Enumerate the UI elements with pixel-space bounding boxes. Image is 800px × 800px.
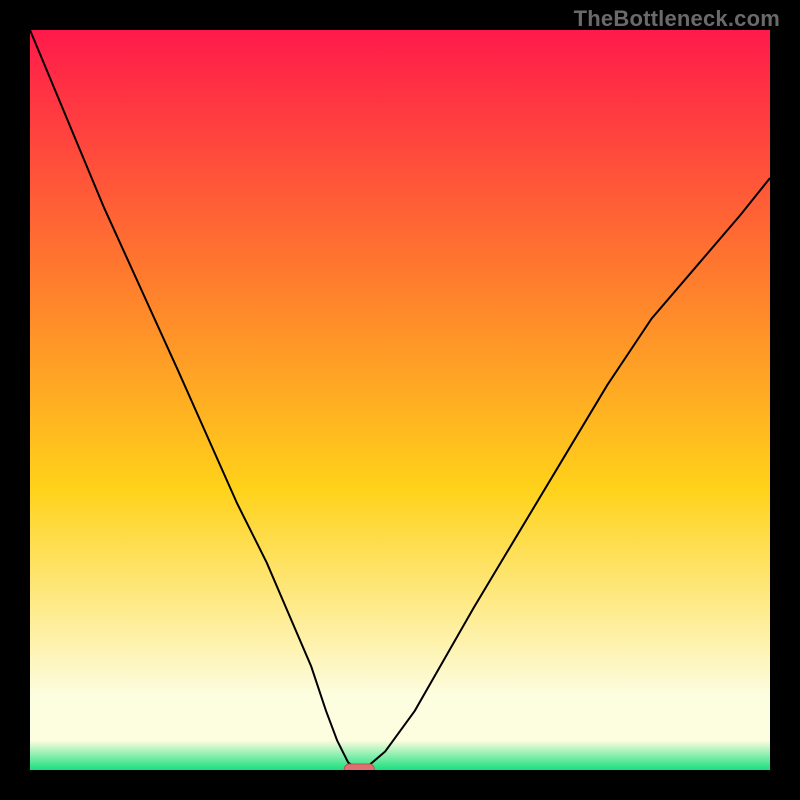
gradient-background [30,30,770,770]
optimum-marker [344,764,374,770]
watermark-text: TheBottleneck.com [574,6,780,32]
plot-area [30,30,770,770]
figure-frame: TheBottleneck.com [0,0,800,800]
chart-svg [30,30,770,770]
